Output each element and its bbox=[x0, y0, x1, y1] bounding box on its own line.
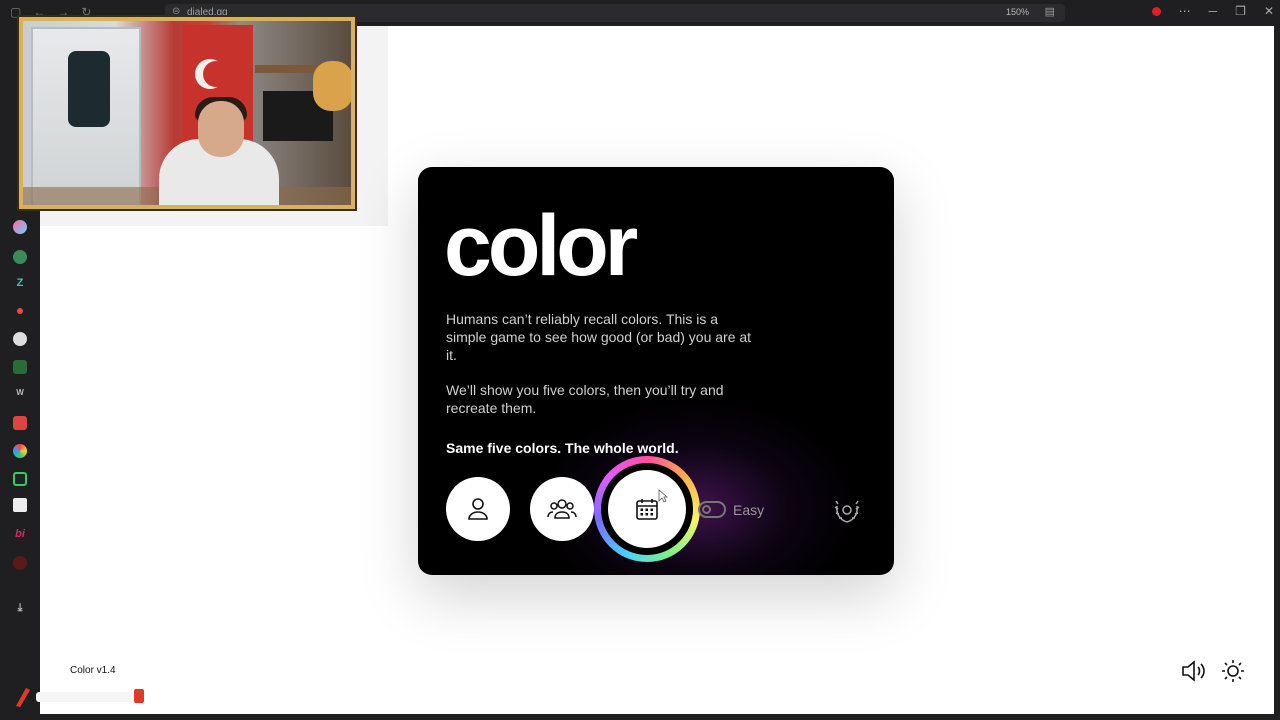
user-icon bbox=[468, 498, 488, 520]
zoom-level[interactable]: 150% bbox=[1006, 7, 1029, 17]
group-icon bbox=[547, 499, 577, 519]
multiplayer-mode-button[interactable] bbox=[530, 477, 594, 541]
sidebar-app-icon[interactable] bbox=[13, 332, 27, 346]
speaker-icon[interactable] bbox=[1180, 658, 1206, 684]
window-edge bbox=[1274, 26, 1280, 720]
card-glow bbox=[538, 397, 858, 575]
streamer-logo bbox=[16, 688, 144, 707]
sidebar-app-icon[interactable]: W bbox=[12, 388, 28, 397]
webcam-scene bbox=[68, 51, 110, 127]
daily-challenge-button[interactable] bbox=[608, 470, 686, 548]
window-controls: ⋯ ─ ❐ ✕ bbox=[1151, 4, 1274, 18]
minimize-icon[interactable]: ─ bbox=[1209, 4, 1218, 18]
sidebar-app-icon[interactable] bbox=[13, 416, 27, 430]
media-playing-icon[interactable] bbox=[1151, 7, 1161, 16]
sidebar-app-icon[interactable] bbox=[13, 444, 27, 458]
restore-icon[interactable]: ❐ bbox=[1235, 4, 1246, 18]
solo-mode-button[interactable] bbox=[446, 477, 510, 541]
webcam-scene bbox=[203, 61, 229, 87]
more-icon[interactable]: ⋯ bbox=[1179, 4, 1191, 18]
sidebar-app-icon[interactable] bbox=[17, 308, 23, 314]
difficulty-label: Easy bbox=[733, 502, 765, 518]
version-label: Color v1.4 bbox=[70, 665, 116, 676]
download-icon[interactable]: ⤓ bbox=[12, 602, 28, 615]
intro-paragraph: Humans can’t reliably recall colors. Thi… bbox=[446, 311, 752, 363]
site-info-icon[interactable]: ⊜ bbox=[172, 6, 180, 17]
game-title: color bbox=[444, 198, 638, 294]
close-icon[interactable]: ✕ bbox=[1264, 4, 1274, 18]
webcam-scene bbox=[313, 61, 351, 111]
instructions-paragraph: We’ll show you five colors, then you’ll … bbox=[446, 382, 724, 416]
laurel-icon[interactable] bbox=[833, 495, 861, 525]
sidebar-app-icon[interactable] bbox=[13, 556, 27, 570]
sidebar-app-icon[interactable] bbox=[13, 472, 27, 486]
reader-mode-icon[interactable]: ▤ bbox=[1045, 5, 1055, 18]
toggle-knob bbox=[702, 505, 711, 514]
mouse-cursor-icon bbox=[658, 489, 668, 503]
game-card: color Humans can’t reliably recall color… bbox=[418, 167, 894, 575]
sidebar-app-icon[interactable] bbox=[13, 250, 27, 264]
webcam-person bbox=[198, 101, 244, 157]
webcam-overlay bbox=[19, 17, 355, 209]
window-edge bbox=[40, 714, 1280, 720]
sidebar-app-icon[interactable]: bi bbox=[12, 528, 28, 540]
sidebar-app-icon[interactable]: Z bbox=[12, 277, 28, 289]
sidebar-app-icon[interactable] bbox=[13, 360, 27, 374]
sidebar-app-icon[interactable] bbox=[13, 220, 27, 234]
tagline: Same five colors. The whole world. bbox=[446, 440, 679, 456]
difficulty-toggle[interactable] bbox=[698, 501, 726, 518]
sidebar-app-icon[interactable] bbox=[13, 498, 27, 512]
sun-icon[interactable] bbox=[1220, 658, 1246, 684]
calendar-icon bbox=[636, 499, 658, 520]
